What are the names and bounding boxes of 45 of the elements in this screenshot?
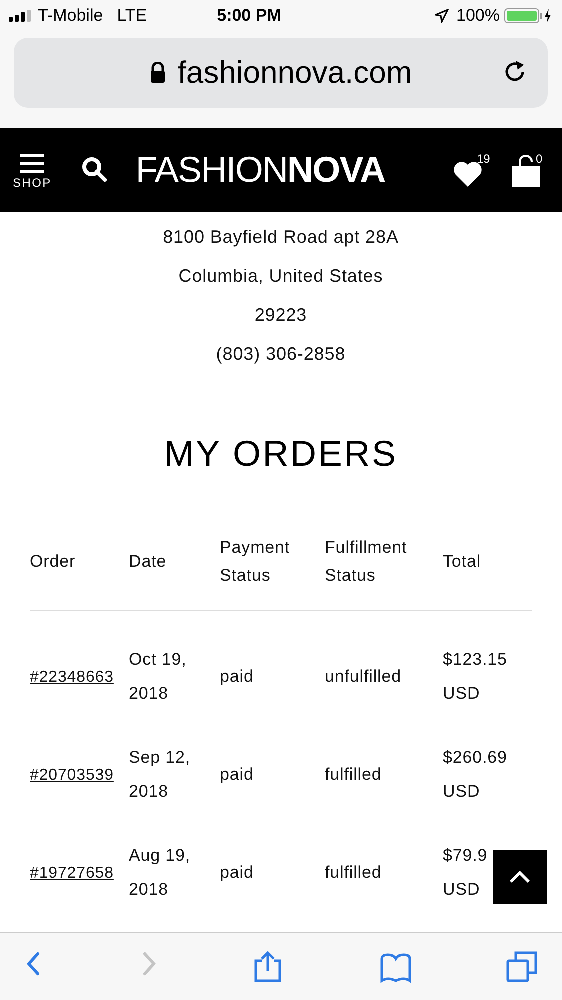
- location-icon: [434, 9, 449, 23]
- column-header: Total: [443, 551, 482, 573]
- clock-time: 5:00 PM: [217, 5, 282, 28]
- order-total: $123.15 USD: [443, 649, 508, 705]
- search-icon[interactable]: [82, 157, 108, 183]
- lock-icon: [150, 62, 166, 84]
- address-line: 8100 Bayfield Road apt 28A: [163, 226, 399, 249]
- shopping-bag-icon[interactable]: [511, 154, 541, 188]
- battery-percent: 100%: [456, 5, 500, 28]
- address-bar[interactable]: fashionnova.com: [14, 38, 548, 108]
- order-date: Oct 19, 2018: [129, 649, 188, 705]
- payment-status: paid: [220, 764, 255, 786]
- fulfillment-status: unfulfilled: [325, 666, 403, 688]
- address-line: 29223: [254, 304, 308, 327]
- wishlist-count: 19: [477, 151, 490, 168]
- cart-count: 0: [536, 151, 543, 168]
- order-date: Sep 12, 2018: [129, 747, 192, 803]
- order-link[interactable]: #22348663: [30, 668, 114, 686]
- fulfillment-status: fulfilled: [325, 862, 383, 884]
- order-link[interactable]: #19727658: [30, 864, 114, 882]
- carrier-name: T-Mobile: [38, 5, 104, 28]
- menu-button[interactable]: SHOP: [13, 154, 52, 192]
- column-header: Order: [30, 551, 77, 573]
- order-total: $79.9 USD: [443, 845, 488, 901]
- brand-logo[interactable]: FASHIONNOVA: [136, 152, 386, 188]
- order-link[interactable]: #20703539: [30, 766, 114, 784]
- network-type: LTE: [117, 5, 148, 28]
- order-total: $260.69 USD: [443, 747, 508, 803]
- tabs-icon[interactable]: [506, 950, 538, 982]
- order-date: Aug 19, 2018: [129, 845, 192, 901]
- signal-icon: [8, 10, 32, 22]
- address-line: (803) 306-2858: [216, 343, 346, 366]
- back-to-top-button[interactable]: [493, 850, 547, 904]
- chevron-up-icon: [509, 870, 531, 884]
- page-title: MY ORDERS: [163, 436, 399, 472]
- payment-status: paid: [220, 666, 255, 688]
- url-text: fashionnova.com: [178, 54, 412, 92]
- column-header: Date: [129, 551, 168, 573]
- address-line: Columbia, United States: [178, 265, 384, 288]
- battery-charging-icon: [504, 8, 554, 24]
- fulfillment-status: fulfilled: [325, 764, 383, 786]
- column-header: Fulfillment Status: [325, 537, 408, 587]
- menu-icon: [20, 154, 44, 174]
- column-header: Payment Status: [220, 537, 292, 587]
- payment-status: paid: [220, 862, 255, 884]
